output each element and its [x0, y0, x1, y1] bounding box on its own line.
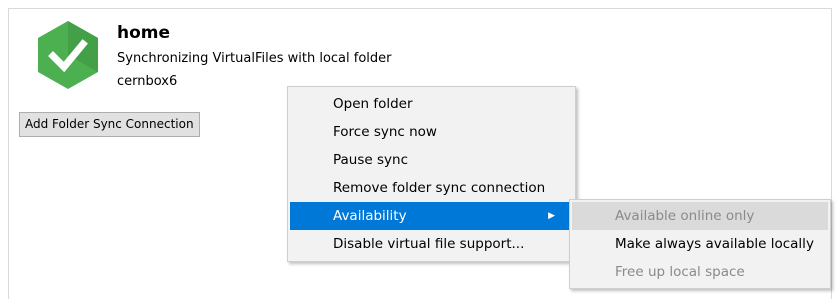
submenu-item-label: Free up local space — [615, 264, 745, 280]
sync-ok-icon — [36, 19, 100, 91]
menu-item-disable-virtual-file-support[interactable]: Disable virtual file support... — [290, 230, 573, 258]
menu-item-open-folder[interactable]: Open folder — [290, 90, 573, 118]
menu-item-pause-sync[interactable]: Pause sync — [290, 146, 573, 174]
folder-title: home — [117, 23, 171, 43]
menu-item-label: Pause sync — [333, 152, 408, 168]
menu-item-label: Availability — [333, 208, 407, 224]
menu-item-label: Open folder — [333, 96, 413, 112]
menu-item-force-sync-now[interactable]: Force sync now — [290, 118, 573, 146]
submenu-item-free-up-local-space[interactable]: Free up local space — [572, 258, 828, 286]
submenu-item-label: Available online only — [615, 208, 755, 224]
menu-item-label: Remove folder sync connection — [333, 180, 546, 196]
folder-status-text: Synchronizing VirtualFiles with local fo… — [117, 51, 392, 66]
menu-item-availability[interactable]: Availability ▶ — [290, 202, 573, 230]
menu-item-label: Disable virtual file support... — [333, 236, 525, 252]
folder-context-menu: Open folder Force sync now Pause sync Re… — [287, 86, 576, 262]
submenu-arrow-icon: ▶ — [548, 211, 555, 221]
menu-item-remove-folder-sync-connection[interactable]: Remove folder sync connection — [290, 174, 573, 202]
add-folder-sync-connection-button[interactable]: Add Folder Sync Connection — [19, 112, 200, 137]
availability-submenu: Available online only Make always availa… — [569, 199, 831, 289]
submenu-item-make-always-available-locally[interactable]: Make always available locally — [572, 230, 828, 258]
submenu-item-available-online-only[interactable]: Available online only — [572, 202, 828, 230]
folder-account-name: cernbox6 — [117, 74, 178, 89]
menu-item-label: Force sync now — [333, 124, 437, 140]
submenu-item-label: Make always available locally — [615, 236, 814, 252]
